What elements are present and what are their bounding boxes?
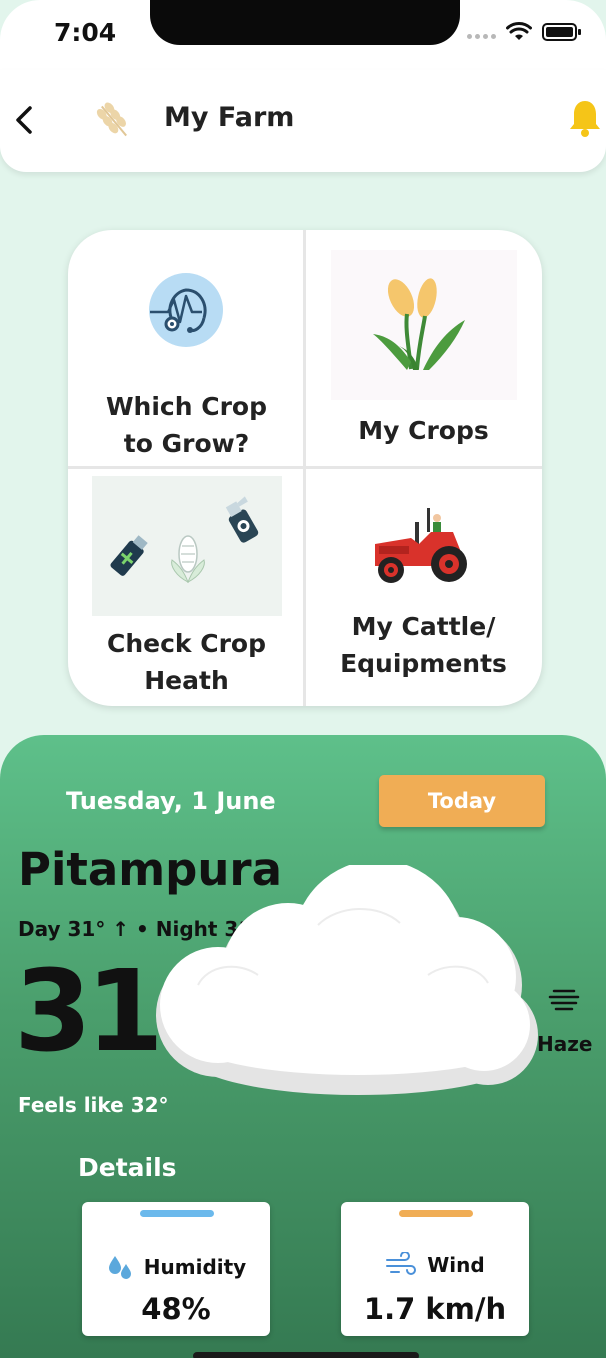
- page-title: My Farm: [164, 102, 295, 133]
- wind-row: Wind: [341, 1252, 529, 1278]
- humidity-bar: [140, 1210, 214, 1217]
- humidity-row: Humidity: [82, 1252, 270, 1282]
- notch: [150, 0, 460, 45]
- wind-label: Wind: [427, 1253, 485, 1277]
- tractor-icon: [375, 508, 467, 583]
- status-icons: [467, 22, 582, 42]
- my-crops-tile[interactable]: My Crops: [305, 230, 542, 468]
- which-crop-label: Which Crop to Grow?: [105, 392, 267, 458]
- wheat-logo-icon: [96, 102, 127, 137]
- details-heading: Details: [78, 1153, 177, 1182]
- status-time: 7:04: [54, 18, 117, 47]
- home-indicator[interactable]: [193, 1352, 419, 1358]
- my-cattle-equipments-label: My Cattle/ Equipments: [340, 612, 507, 678]
- water-drops-icon: [108, 1256, 131, 1279]
- wifi-icon: [506, 22, 532, 40]
- check-crop-health-label: Check Crop Heath: [107, 629, 266, 695]
- humidity-card: Humidity 48%: [82, 1202, 270, 1336]
- wind-icon: [386, 1252, 417, 1275]
- stethoscope-icon: [149, 273, 223, 347]
- grid-divider-horizontal: [68, 466, 542, 469]
- check-crop-health-tile[interactable]: Check Crop Heath: [68, 468, 305, 706]
- app-header: My Farm: [0, 70, 606, 172]
- battery-icon: [542, 23, 581, 41]
- signal-icon: [467, 26, 496, 39]
- today-button[interactable]: Today: [379, 775, 545, 827]
- humidity-label: Humidity: [143, 1255, 247, 1279]
- feels-like: Feels like 32°: [18, 1093, 169, 1117]
- cloud-icon: [156, 865, 538, 1095]
- my-cattle-equipments-tile[interactable]: My Cattle/ Equipments: [305, 468, 542, 706]
- farm-menu-grid: Which Crop to Grow? My Crops Check Crop …: [68, 230, 542, 706]
- back-arrow-icon[interactable]: [10, 102, 38, 138]
- weather-panel: Tuesday, 1 June Today Pitampura Day 31° …: [0, 735, 606, 1358]
- my-crops-label: My Crops: [358, 416, 489, 445]
- pesticide-bottle-icon: [110, 535, 148, 576]
- wind-value: 1.7 km/h: [363, 1292, 507, 1326]
- humidity-value: 48%: [141, 1292, 211, 1326]
- haze-icon: [548, 989, 580, 1011]
- wind-card: Wind 1.7 km/h: [341, 1202, 529, 1336]
- notification-bell-icon[interactable]: [568, 98, 602, 138]
- tulip-plant-icon: [373, 278, 465, 370]
- weather-date: Tuesday, 1 June: [66, 787, 276, 815]
- wind-bar: [399, 1210, 473, 1217]
- weather-condition: Haze: [537, 1032, 593, 1056]
- corn-icon: [171, 535, 205, 584]
- spray-bottle-icon: [225, 496, 259, 543]
- which-crop-tile[interactable]: Which Crop to Grow?: [68, 230, 305, 468]
- status-bar: 7:04: [0, 0, 606, 70]
